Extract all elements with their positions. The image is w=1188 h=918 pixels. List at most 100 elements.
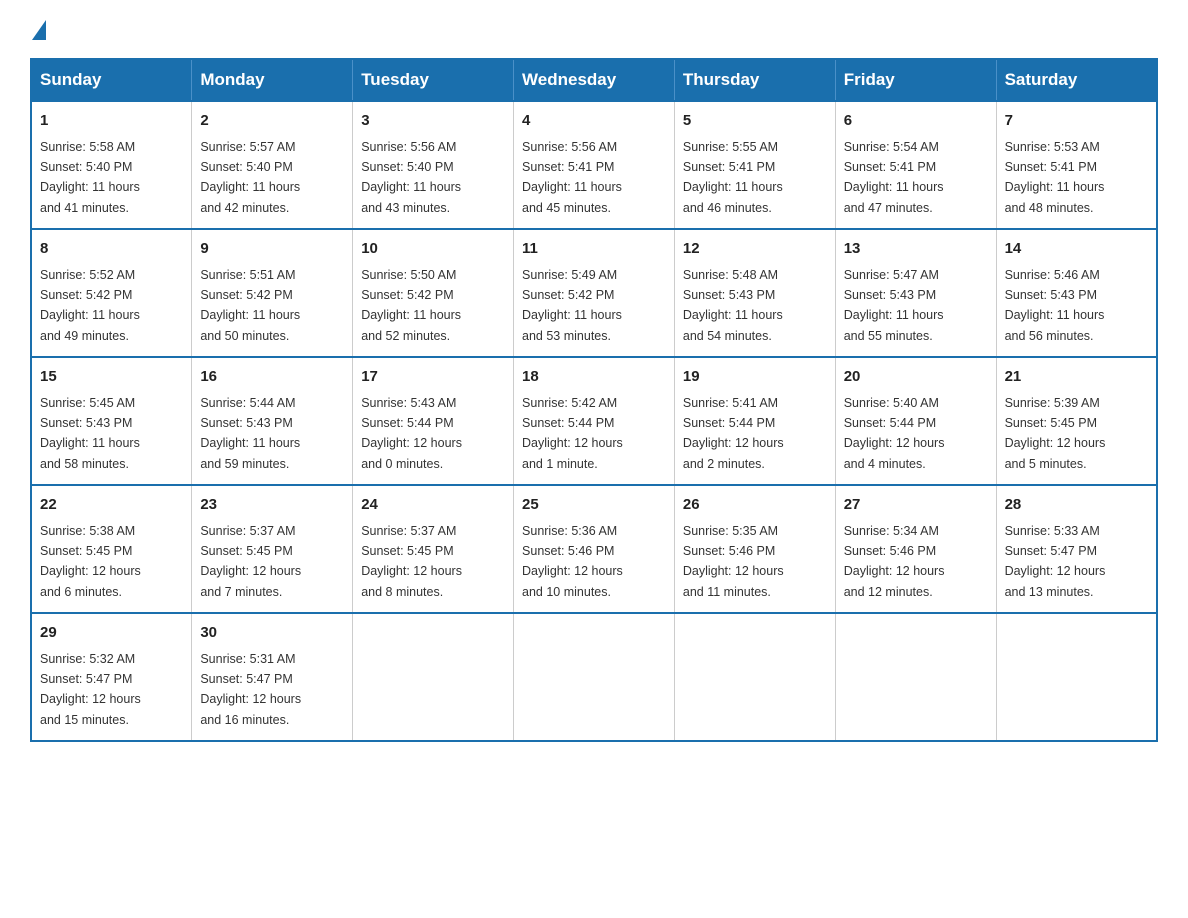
day-number: 15 xyxy=(40,366,183,389)
day-number: 12 xyxy=(683,238,827,261)
day-number: 23 xyxy=(200,494,344,517)
day-number: 13 xyxy=(844,238,988,261)
day-info: Sunrise: 5:48 AMSunset: 5:43 PMDaylight:… xyxy=(683,268,783,343)
day-info: Sunrise: 5:42 AMSunset: 5:44 PMDaylight:… xyxy=(522,396,623,471)
calendar-cell: 11 Sunrise: 5:49 AMSunset: 5:42 PMDaylig… xyxy=(514,229,675,357)
day-info: Sunrise: 5:53 AMSunset: 5:41 PMDaylight:… xyxy=(1005,140,1105,215)
day-number: 1 xyxy=(40,110,183,133)
calendar-cell xyxy=(835,613,996,741)
day-info: Sunrise: 5:56 AMSunset: 5:40 PMDaylight:… xyxy=(361,140,461,215)
calendar-cell: 14 Sunrise: 5:46 AMSunset: 5:43 PMDaylig… xyxy=(996,229,1157,357)
day-header-saturday: Saturday xyxy=(996,59,1157,101)
day-number: 26 xyxy=(683,494,827,517)
day-number: 17 xyxy=(361,366,505,389)
day-number: 24 xyxy=(361,494,505,517)
day-number: 18 xyxy=(522,366,666,389)
page-header xyxy=(30,20,1158,40)
calendar-cell: 23 Sunrise: 5:37 AMSunset: 5:45 PMDaylig… xyxy=(192,485,353,613)
day-number: 10 xyxy=(361,238,505,261)
calendar-cell: 13 Sunrise: 5:47 AMSunset: 5:43 PMDaylig… xyxy=(835,229,996,357)
day-info: Sunrise: 5:47 AMSunset: 5:43 PMDaylight:… xyxy=(844,268,944,343)
day-info: Sunrise: 5:31 AMSunset: 5:47 PMDaylight:… xyxy=(200,652,301,727)
day-number: 5 xyxy=(683,110,827,133)
week-row-4: 22 Sunrise: 5:38 AMSunset: 5:45 PMDaylig… xyxy=(31,485,1157,613)
day-info: Sunrise: 5:50 AMSunset: 5:42 PMDaylight:… xyxy=(361,268,461,343)
day-number: 22 xyxy=(40,494,183,517)
day-info: Sunrise: 5:33 AMSunset: 5:47 PMDaylight:… xyxy=(1005,524,1106,599)
day-number: 27 xyxy=(844,494,988,517)
calendar-cell: 30 Sunrise: 5:31 AMSunset: 5:47 PMDaylig… xyxy=(192,613,353,741)
day-number: 4 xyxy=(522,110,666,133)
calendar-cell: 3 Sunrise: 5:56 AMSunset: 5:40 PMDayligh… xyxy=(353,101,514,229)
calendar-cell: 4 Sunrise: 5:56 AMSunset: 5:41 PMDayligh… xyxy=(514,101,675,229)
days-of-week-row: SundayMondayTuesdayWednesdayThursdayFrid… xyxy=(31,59,1157,101)
day-info: Sunrise: 5:41 AMSunset: 5:44 PMDaylight:… xyxy=(683,396,784,471)
calendar-cell: 22 Sunrise: 5:38 AMSunset: 5:45 PMDaylig… xyxy=(31,485,192,613)
day-number: 9 xyxy=(200,238,344,261)
day-number: 21 xyxy=(1005,366,1148,389)
week-row-2: 8 Sunrise: 5:52 AMSunset: 5:42 PMDayligh… xyxy=(31,229,1157,357)
calendar-cell: 24 Sunrise: 5:37 AMSunset: 5:45 PMDaylig… xyxy=(353,485,514,613)
calendar-cell: 26 Sunrise: 5:35 AMSunset: 5:46 PMDaylig… xyxy=(674,485,835,613)
calendar-cell: 12 Sunrise: 5:48 AMSunset: 5:43 PMDaylig… xyxy=(674,229,835,357)
calendar-cell: 17 Sunrise: 5:43 AMSunset: 5:44 PMDaylig… xyxy=(353,357,514,485)
calendar-header: SundayMondayTuesdayWednesdayThursdayFrid… xyxy=(31,59,1157,101)
day-info: Sunrise: 5:55 AMSunset: 5:41 PMDaylight:… xyxy=(683,140,783,215)
day-info: Sunrise: 5:34 AMSunset: 5:46 PMDaylight:… xyxy=(844,524,945,599)
day-info: Sunrise: 5:44 AMSunset: 5:43 PMDaylight:… xyxy=(200,396,300,471)
week-row-3: 15 Sunrise: 5:45 AMSunset: 5:43 PMDaylig… xyxy=(31,357,1157,485)
day-info: Sunrise: 5:37 AMSunset: 5:45 PMDaylight:… xyxy=(361,524,462,599)
calendar-cell: 19 Sunrise: 5:41 AMSunset: 5:44 PMDaylig… xyxy=(674,357,835,485)
day-info: Sunrise: 5:56 AMSunset: 5:41 PMDaylight:… xyxy=(522,140,622,215)
day-header-friday: Friday xyxy=(835,59,996,101)
calendar-cell xyxy=(674,613,835,741)
calendar-table: SundayMondayTuesdayWednesdayThursdayFrid… xyxy=(30,58,1158,742)
logo-triangle-icon xyxy=(32,20,46,40)
day-info: Sunrise: 5:46 AMSunset: 5:43 PMDaylight:… xyxy=(1005,268,1105,343)
day-info: Sunrise: 5:58 AMSunset: 5:40 PMDaylight:… xyxy=(40,140,140,215)
day-header-monday: Monday xyxy=(192,59,353,101)
calendar-cell: 29 Sunrise: 5:32 AMSunset: 5:47 PMDaylig… xyxy=(31,613,192,741)
calendar-cell: 6 Sunrise: 5:54 AMSunset: 5:41 PMDayligh… xyxy=(835,101,996,229)
day-number: 2 xyxy=(200,110,344,133)
calendar-cell xyxy=(514,613,675,741)
day-number: 16 xyxy=(200,366,344,389)
calendar-cell xyxy=(996,613,1157,741)
day-info: Sunrise: 5:43 AMSunset: 5:44 PMDaylight:… xyxy=(361,396,462,471)
logo xyxy=(30,20,48,40)
calendar-cell: 5 Sunrise: 5:55 AMSunset: 5:41 PMDayligh… xyxy=(674,101,835,229)
calendar-cell: 15 Sunrise: 5:45 AMSunset: 5:43 PMDaylig… xyxy=(31,357,192,485)
day-number: 19 xyxy=(683,366,827,389)
day-number: 30 xyxy=(200,622,344,645)
day-info: Sunrise: 5:36 AMSunset: 5:46 PMDaylight:… xyxy=(522,524,623,599)
calendar-cell: 2 Sunrise: 5:57 AMSunset: 5:40 PMDayligh… xyxy=(192,101,353,229)
calendar-cell xyxy=(353,613,514,741)
calendar-cell: 10 Sunrise: 5:50 AMSunset: 5:42 PMDaylig… xyxy=(353,229,514,357)
calendar-body: 1 Sunrise: 5:58 AMSunset: 5:40 PMDayligh… xyxy=(31,101,1157,741)
day-header-tuesday: Tuesday xyxy=(353,59,514,101)
day-info: Sunrise: 5:39 AMSunset: 5:45 PMDaylight:… xyxy=(1005,396,1106,471)
calendar-cell: 7 Sunrise: 5:53 AMSunset: 5:41 PMDayligh… xyxy=(996,101,1157,229)
day-info: Sunrise: 5:32 AMSunset: 5:47 PMDaylight:… xyxy=(40,652,141,727)
day-number: 25 xyxy=(522,494,666,517)
day-header-sunday: Sunday xyxy=(31,59,192,101)
calendar-cell: 18 Sunrise: 5:42 AMSunset: 5:44 PMDaylig… xyxy=(514,357,675,485)
calendar-cell: 16 Sunrise: 5:44 AMSunset: 5:43 PMDaylig… xyxy=(192,357,353,485)
day-info: Sunrise: 5:54 AMSunset: 5:41 PMDaylight:… xyxy=(844,140,944,215)
day-info: Sunrise: 5:38 AMSunset: 5:45 PMDaylight:… xyxy=(40,524,141,599)
day-info: Sunrise: 5:52 AMSunset: 5:42 PMDaylight:… xyxy=(40,268,140,343)
calendar-cell: 27 Sunrise: 5:34 AMSunset: 5:46 PMDaylig… xyxy=(835,485,996,613)
calendar-cell: 21 Sunrise: 5:39 AMSunset: 5:45 PMDaylig… xyxy=(996,357,1157,485)
day-number: 20 xyxy=(844,366,988,389)
day-number: 14 xyxy=(1005,238,1148,261)
calendar-cell: 1 Sunrise: 5:58 AMSunset: 5:40 PMDayligh… xyxy=(31,101,192,229)
calendar-cell: 8 Sunrise: 5:52 AMSunset: 5:42 PMDayligh… xyxy=(31,229,192,357)
day-number: 29 xyxy=(40,622,183,645)
day-info: Sunrise: 5:51 AMSunset: 5:42 PMDaylight:… xyxy=(200,268,300,343)
day-number: 28 xyxy=(1005,494,1148,517)
day-info: Sunrise: 5:49 AMSunset: 5:42 PMDaylight:… xyxy=(522,268,622,343)
day-number: 8 xyxy=(40,238,183,261)
day-info: Sunrise: 5:37 AMSunset: 5:45 PMDaylight:… xyxy=(200,524,301,599)
day-number: 11 xyxy=(522,238,666,261)
day-header-thursday: Thursday xyxy=(674,59,835,101)
